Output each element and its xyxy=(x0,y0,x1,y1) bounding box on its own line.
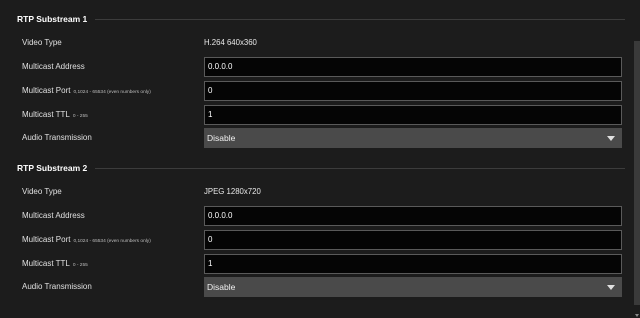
section-header-rtp-substream-1: RTP Substream 1 xyxy=(7,11,625,27)
video-type-label: Video Type xyxy=(22,187,62,196)
multicast-ttl-label-group: Multicast TTL 0 - 255 xyxy=(22,254,88,274)
multicast-ttl-label-group: Multicast TTL 0 - 255 xyxy=(22,105,88,125)
row-multicast-port: Multicast Port 0,1024 - 65534 (even numbe… xyxy=(7,81,625,101)
row-video-type: Video Type JPEG 1280x720 xyxy=(7,182,625,202)
section-title: RTP Substream 1 xyxy=(17,14,88,24)
row-multicast-port: Multicast Port 0,1024 - 65534 (even numbe… xyxy=(7,230,625,250)
video-type-value: JPEG 1280x720 xyxy=(204,187,261,196)
audio-transmission-select[interactable]: Disable xyxy=(204,277,622,297)
row-multicast-address: Multicast Address 0.0.0.0 xyxy=(7,57,625,77)
row-audio-transmission: Audio Transmission Disable xyxy=(7,277,625,297)
multicast-address-input[interactable]: 0.0.0.0 xyxy=(204,57,622,77)
scroll-down-arrow-icon[interactable] xyxy=(635,314,639,317)
section-title: RTP Substream 2 xyxy=(17,163,88,173)
multicast-ttl-value: 1 xyxy=(208,110,213,119)
row-video-type: Video Type H.264 640x360 xyxy=(7,33,625,53)
multicast-port-hint: 0,1024 - 65534 (even numbers only) xyxy=(73,239,151,244)
multicast-port-value: 0 xyxy=(208,86,213,95)
multicast-ttl-hint: 0 - 255 xyxy=(72,263,88,268)
section-header-rtp-substream-2: RTP Substream 2 xyxy=(7,160,625,176)
multicast-port-label-group: Multicast Port 0,1024 - 65534 (even numbe… xyxy=(22,230,151,250)
row-multicast-ttl: Multicast TTL 0 - 255 1 xyxy=(7,105,625,125)
multicast-ttl-label: Multicast TTL xyxy=(22,110,70,119)
audio-transmission-label: Audio Transmission xyxy=(22,282,92,291)
multicast-address-label: Multicast Address xyxy=(22,211,85,220)
multicast-ttl-label: Multicast TTL xyxy=(22,259,70,268)
section-divider xyxy=(95,167,625,169)
section-divider xyxy=(95,18,625,20)
chevron-down-icon xyxy=(607,285,615,290)
multicast-port-label: Multicast Port xyxy=(22,86,71,95)
audio-transmission-value: Disable xyxy=(207,282,236,292)
multicast-ttl-hint: 0 - 255 xyxy=(72,114,88,119)
multicast-port-input[interactable]: 0 xyxy=(204,230,622,250)
multicast-ttl-input[interactable]: 1 xyxy=(204,105,622,125)
audio-transmission-select[interactable]: Disable xyxy=(204,128,622,148)
row-multicast-ttl: Multicast TTL 0 - 255 1 xyxy=(7,254,625,274)
multicast-address-input[interactable]: 0.0.0.0 xyxy=(204,206,622,226)
multicast-port-hint: 0,1024 - 65534 (even numbers only) xyxy=(73,90,151,95)
multicast-port-input[interactable]: 0 xyxy=(204,81,622,101)
multicast-ttl-value: 1 xyxy=(208,259,213,268)
row-audio-transmission: Audio Transmission Disable xyxy=(7,128,625,148)
video-type-value: H.264 640x360 xyxy=(204,38,257,47)
multicast-address-value: 0.0.0.0 xyxy=(208,62,233,71)
multicast-address-label: Multicast Address xyxy=(22,62,85,71)
multicast-port-value: 0 xyxy=(208,235,213,244)
multicast-port-label: Multicast Port xyxy=(22,235,71,244)
settings-panel: RTP Substream 1 Video Type H.264 640x360… xyxy=(7,7,629,318)
multicast-address-value: 0.0.0.0 xyxy=(208,211,233,220)
audio-transmission-value: Disable xyxy=(207,133,236,143)
chevron-down-icon xyxy=(607,136,615,141)
video-type-label: Video Type xyxy=(22,38,62,47)
audio-transmission-label: Audio Transmission xyxy=(22,133,92,142)
multicast-ttl-input[interactable]: 1 xyxy=(204,254,622,274)
row-multicast-address: Multicast Address 0.0.0.0 xyxy=(7,206,625,226)
multicast-port-label-group: Multicast Port 0,1024 - 65534 (even numbe… xyxy=(22,81,151,101)
vertical-scrollbar[interactable] xyxy=(634,41,640,305)
